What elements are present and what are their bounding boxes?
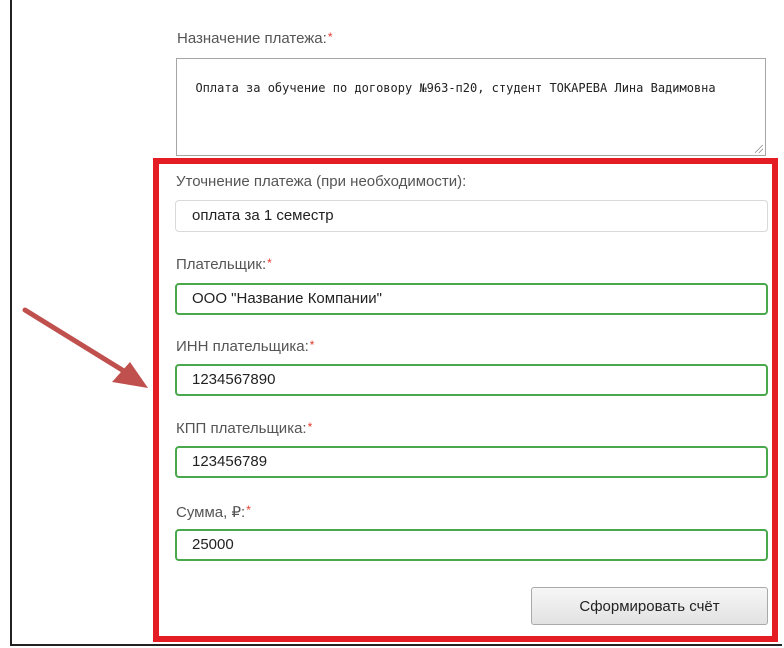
clarification-value: оплата за 1 семестр [192, 207, 334, 224]
generate-invoice-button-label: Сформировать счёт [579, 597, 720, 615]
payer-input[interactable]: ООО "Название Компании" [175, 283, 768, 315]
resize-grip-icon[interactable] [755, 145, 763, 153]
purpose-text: Оплата за обучение по договору №963-п20,… [195, 81, 716, 95]
clarification-label: Уточнение платежа (при необходимости): [176, 173, 466, 190]
payer-inn-label: ИНН плательщика:* [176, 338, 314, 355]
arrow-icon [22, 307, 148, 388]
payer-inn-input[interactable]: 1234567890 [175, 364, 768, 396]
payer-value: ООО "Название Компании" [192, 290, 382, 307]
payer-kpp-label-text: КПП плательщика: [176, 420, 307, 437]
payer-kpp-value: 123456789 [192, 453, 268, 470]
payer-inn-label-text: ИНН плательщика: [176, 338, 309, 355]
amount-input[interactable]: 25000 [175, 529, 768, 561]
payer-kpp-input[interactable]: 123456789 [175, 446, 768, 478]
clarification-label-text: Уточнение платежа (при необходимости): [176, 173, 467, 190]
payer-label-text: Плательщик: [176, 256, 267, 273]
purpose-textarea[interactable]: Оплата за обучение по договору №963-п20,… [176, 58, 766, 156]
required-mark: * [307, 420, 313, 434]
generate-invoice-button[interactable]: Сформировать счёт [531, 587, 768, 625]
purpose-label-text: Назначение платежа: [177, 30, 327, 47]
required-mark: * [246, 503, 251, 517]
purpose-label: Назначение платежа:* [177, 30, 333, 47]
payer-kpp-label: КПП плательщика:* [176, 420, 312, 437]
required-mark: * [309, 338, 315, 352]
amount-label-text: Сумма, ₽: [176, 504, 246, 521]
required-mark: * [327, 30, 333, 44]
amount-label: Сумма, ₽:* [176, 503, 251, 521]
clarification-input[interactable]: оплата за 1 семестр [175, 200, 768, 232]
payer-label: Плательщик:* [176, 256, 272, 273]
required-mark: * [267, 256, 272, 270]
amount-value: 25000 [192, 536, 234, 553]
payer-inn-value: 1234567890 [192, 371, 276, 388]
